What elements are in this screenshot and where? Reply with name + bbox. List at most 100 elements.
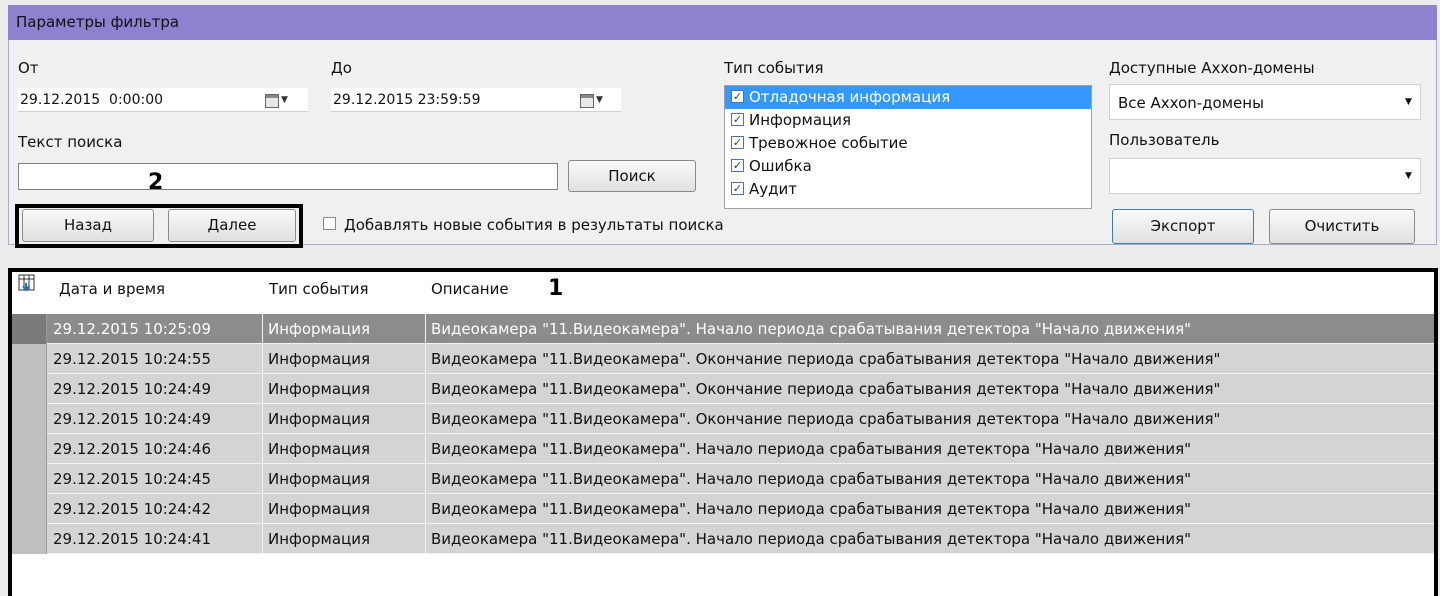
column-separator [425, 404, 426, 434]
checkbox-checked-icon[interactable]: ✓ [731, 90, 744, 103]
cell-datetime: 29.12.2015 10:24:42 [53, 500, 212, 518]
column-separator [262, 404, 263, 434]
table-header: Дата и время Тип события Описание 1 [12, 272, 1434, 302]
row-header[interactable] [12, 494, 47, 524]
table-row[interactable]: 29.12.2015 10:24:42 Информация Видеокамера… [12, 494, 1434, 524]
cell-datetime: 29.12.2015 10:24:46 [53, 440, 212, 458]
row-header[interactable] [12, 404, 47, 434]
user-select[interactable]: ▼ [1109, 158, 1421, 194]
column-separator [262, 314, 263, 344]
back-button[interactable]: Назад [22, 209, 154, 242]
next-button[interactable]: Далее [168, 209, 296, 242]
event-type-item-audit[interactable]: ✓ Аудит [725, 178, 1091, 201]
cell-type: Информация [268, 410, 371, 428]
cell-type: Информация [268, 440, 371, 458]
checkbox-checked-icon[interactable]: ✓ [731, 113, 744, 126]
chevron-down-icon[interactable]: ▼ [281, 95, 288, 105]
cell-datetime: 29.12.2015 10:24:55 [53, 350, 212, 368]
table-row[interactable]: 29.12.2015 10:24:49 Информация Видеокамера… [12, 404, 1434, 434]
cell-datetime: 29.12.2015 10:24:49 [53, 410, 212, 428]
to-datetime-field[interactable]: 29.12.2015 23:59:59 [331, 88, 621, 112]
cell-description: Видеокамера "11.Видеокамера". Начало пер… [431, 500, 1192, 518]
row-header[interactable] [12, 374, 47, 404]
filter-panel-title: Параметры фильтра [8, 5, 1437, 40]
to-label: До [331, 59, 352, 77]
calendar-icon[interactable] [580, 94, 594, 108]
cell-type: Информация [268, 530, 371, 548]
event-type-label: Тип события [724, 59, 824, 77]
row-header[interactable] [12, 434, 47, 464]
table-row[interactable]: 29.12.2015 10:24:41 Информация Видеокамера… [12, 524, 1434, 554]
table-row[interactable]: 29.12.2015 10:24:45 Информация Видеокамера… [12, 464, 1434, 494]
cell-description: Видеокамера "11.Видеокамера". Начало пер… [431, 440, 1192, 458]
cell-description: Видеокамера "11.Видеокамера". Начало пер… [431, 320, 1192, 338]
column-separator [262, 344, 263, 374]
chevron-down-icon[interactable]: ▼ [1405, 97, 1412, 107]
column-separator [262, 464, 263, 494]
column-separator [425, 314, 426, 344]
column-separator [262, 374, 263, 404]
cell-datetime: 29.12.2015 10:25:09 [53, 320, 212, 338]
row-header[interactable] [12, 464, 47, 494]
column-separator [425, 524, 426, 554]
cell-type: Информация [268, 470, 371, 488]
column-chooser-icon[interactable] [18, 274, 36, 292]
domains-select-value: Все Axxon-домены [1118, 94, 1264, 112]
user-label: Пользователь [1109, 131, 1220, 149]
table-row[interactable]: 29.12.2015 10:24:46 Информация Видеокамера… [12, 434, 1434, 464]
export-button[interactable]: Экспорт [1112, 209, 1254, 244]
cell-type: Информация [268, 320, 371, 338]
table-row[interactable]: 29.12.2015 10:24:49 Информация Видеокамера… [12, 374, 1434, 404]
from-datetime-value: 29.12.2015 0:00:00 [20, 92, 164, 108]
domains-select[interactable]: Все Axxon-домены ▼ [1109, 84, 1421, 120]
event-type-list: ✓ Отладочная информация ✓ Информация ✓ Трев… [724, 85, 1092, 209]
events-table: Дата и время Тип события Описание 1 29.1… [8, 268, 1438, 596]
domains-label: Доступные Axxon-домены [1109, 59, 1315, 77]
checkbox-checked-icon[interactable]: ✓ [731, 159, 744, 172]
column-header-description[interactable]: Описание [431, 272, 509, 302]
to-datetime-value: 29.12.2015 23:59:59 [333, 92, 481, 108]
cell-datetime: 29.12.2015 10:24:45 [53, 470, 212, 488]
cell-description: Видеокамера "11.Видеокамера". Начало пер… [431, 470, 1192, 488]
clear-button[interactable]: Очистить [1269, 209, 1415, 244]
column-separator [425, 374, 426, 404]
from-label: От [18, 59, 39, 77]
annotation-number-2: 2 [148, 170, 164, 195]
event-type-item-error[interactable]: ✓ Ошибка [725, 155, 1091, 178]
column-separator [425, 464, 426, 494]
table-row[interactable]: 29.12.2015 10:25:09 Информация Видеокамера… [12, 314, 1434, 344]
column-header-type[interactable]: Тип события [269, 272, 369, 302]
cell-description: Видеокамера "11.Видеокамера". Начало пер… [431, 530, 1192, 548]
cell-description: Видеокамера "11.Видеокамера". Окончание … [431, 350, 1221, 368]
event-type-item-info[interactable]: ✓ Информация [725, 109, 1091, 132]
event-type-item-alarm[interactable]: ✓ Тревожное событие [725, 132, 1091, 155]
cell-description: Видеокамера "11.Видеокамера". Окончание … [431, 380, 1221, 398]
annotation-number-1: 1 [548, 276, 564, 301]
row-header[interactable] [12, 524, 47, 554]
search-input[interactable] [18, 163, 558, 190]
append-results-checkbox[interactable] [323, 217, 336, 230]
chevron-down-icon[interactable]: ▼ [1405, 171, 1412, 181]
column-separator [425, 494, 426, 524]
column-separator [262, 434, 263, 464]
cell-description: Видеокамера "11.Видеокамера". Окончание … [431, 410, 1221, 428]
column-separator [425, 434, 426, 464]
search-button[interactable]: Поиск [568, 160, 696, 192]
cell-type: Информация [268, 380, 371, 398]
cell-datetime: 29.12.2015 10:24:49 [53, 380, 212, 398]
row-header[interactable] [12, 344, 47, 374]
chevron-down-icon[interactable]: ▼ [596, 95, 603, 105]
row-header[interactable] [12, 314, 47, 344]
column-separator [425, 344, 426, 374]
table-row[interactable]: 29.12.2015 10:24:55 Информация Видеокамера… [12, 344, 1434, 374]
cell-datetime: 29.12.2015 10:24:41 [53, 530, 212, 548]
cell-type: Информация [268, 350, 371, 368]
search-label: Текст поиска [18, 133, 123, 151]
column-header-datetime[interactable]: Дата и время [59, 272, 165, 302]
checkbox-checked-icon[interactable]: ✓ [731, 136, 744, 149]
checkbox-checked-icon[interactable]: ✓ [731, 182, 744, 195]
calendar-icon[interactable] [265, 94, 279, 108]
append-results-label: Добавлять новые события в результаты пои… [344, 216, 724, 234]
event-type-item-debug[interactable]: ✓ Отладочная информация [725, 86, 1091, 109]
column-separator [262, 494, 263, 524]
